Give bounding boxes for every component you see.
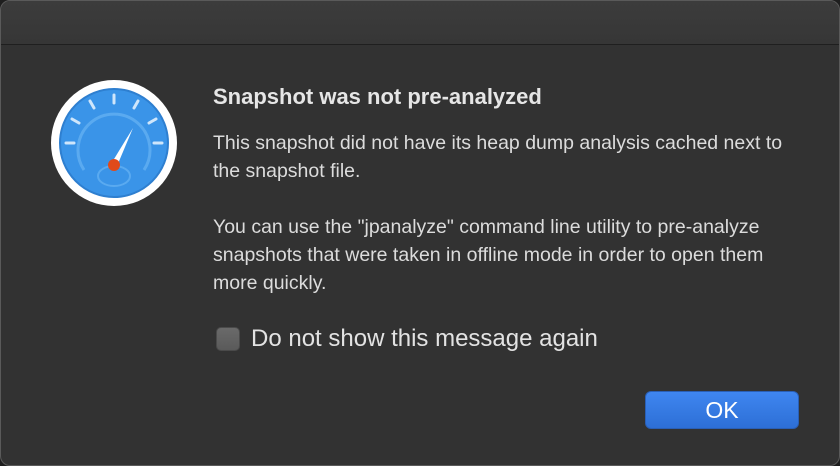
dont-show-again-label[interactable]: Do not show this message again bbox=[251, 324, 598, 354]
dont-show-again-option[interactable]: Do not show this message again bbox=[216, 324, 598, 354]
message-paragraph-2: You can use the "jpanalyze" command line… bbox=[213, 216, 764, 294]
dont-show-again-checkbox[interactable] bbox=[216, 327, 240, 351]
message-paragraph-1: This snapshot did not have its heap dump… bbox=[213, 132, 783, 182]
dialog-window: Snapshot was not pre-analyzed This snaps… bbox=[0, 0, 840, 466]
speedometer-icon bbox=[49, 78, 179, 208]
dialog-title: Snapshot was not pre-analyzed bbox=[213, 84, 542, 109]
ok-button[interactable]: OK bbox=[645, 391, 799, 429]
title-bar bbox=[1, 1, 839, 45]
dialog-content: Snapshot was not pre-analyzed This snaps… bbox=[213, 83, 813, 297]
